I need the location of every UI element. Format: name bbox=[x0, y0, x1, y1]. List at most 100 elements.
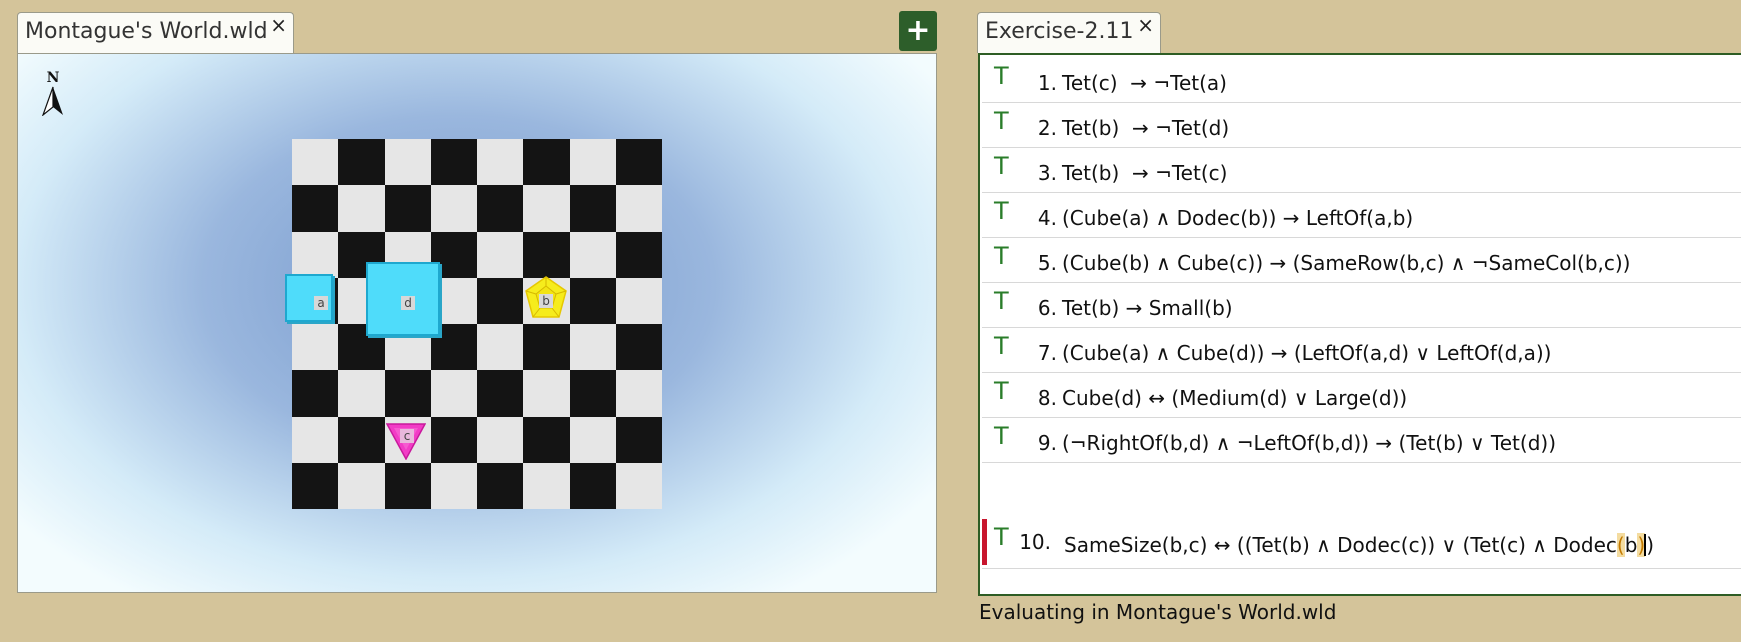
board-square[interactable] bbox=[523, 370, 570, 417]
block-c-tet[interactable]: c bbox=[385, 422, 427, 461]
chessboard[interactable] bbox=[292, 139, 662, 509]
board-square[interactable] bbox=[569, 324, 616, 371]
board-square[interactable] bbox=[430, 416, 477, 463]
board-square[interactable] bbox=[430, 185, 477, 232]
board-square[interactable] bbox=[338, 370, 385, 417]
sentence-number: 4. bbox=[1037, 206, 1057, 230]
board-square[interactable] bbox=[523, 416, 570, 463]
sentence-row[interactable]: T 5. (Cube(b) ∧ Cube(c)) → (SameRow(b,c) ∧… bbox=[982, 238, 1741, 283]
board-square[interactable] bbox=[523, 324, 570, 371]
board-square[interactable] bbox=[615, 277, 662, 324]
sentence-formula[interactable]: Cube(d) ↔ (Medium(d) ∨ Large(d)) bbox=[1062, 386, 1407, 410]
board-square[interactable] bbox=[477, 231, 524, 278]
board-square[interactable] bbox=[384, 462, 431, 509]
plus-icon: + bbox=[905, 13, 931, 48]
board-square[interactable] bbox=[477, 370, 524, 417]
sentence-row[interactable]: T 4. (Cube(a) ∧ Dodec(b)) → LeftOf(a,b) bbox=[982, 193, 1741, 238]
tab-exercise[interactable]: Exercise-2.11 × bbox=[977, 12, 1161, 53]
board-square[interactable] bbox=[569, 185, 616, 232]
board-square[interactable] bbox=[615, 185, 662, 232]
board-square[interactable] bbox=[292, 231, 339, 278]
status-line: Evaluating in Montague's World.wld bbox=[979, 600, 1337, 624]
board-square[interactable] bbox=[338, 185, 385, 232]
board-square[interactable] bbox=[615, 462, 662, 509]
sentence-row[interactable]: T 7. (Cube(a) ∧ Cube(d)) → (LeftOf(a,d) ∨ … bbox=[982, 328, 1741, 373]
sentence-formula[interactable]: (Cube(a) ∧ Cube(d)) → (LeftOf(a,d) ∨ Lef… bbox=[1062, 341, 1551, 365]
board-square[interactable] bbox=[523, 185, 570, 232]
close-icon[interactable]: × bbox=[1137, 13, 1154, 37]
board-square[interactable] bbox=[477, 139, 524, 186]
board-square[interactable] bbox=[338, 139, 385, 186]
board-square[interactable] bbox=[338, 416, 385, 463]
board-square[interactable] bbox=[569, 416, 616, 463]
block-b-dodec[interactable]: b bbox=[523, 276, 569, 322]
tab-montagues-world[interactable]: Montague's World.wld × bbox=[17, 12, 294, 53]
board-square[interactable] bbox=[569, 462, 616, 509]
sentence-row[interactable]: T 9. (¬RightOf(b,d) ∧ ¬LeftOf(b,d)) → (Tet… bbox=[982, 418, 1741, 463]
formula-text: ) bbox=[1646, 533, 1655, 557]
board-square[interactable] bbox=[477, 324, 524, 371]
board-square[interactable] bbox=[569, 370, 616, 417]
sentence-formula[interactable]: (Cube(b) ∧ Cube(c)) → (SameRow(b,c) ∧ ¬S… bbox=[1062, 251, 1630, 275]
sentence-row[interactable]: T 1. Tet(c) → ¬Tet(a) bbox=[982, 58, 1741, 103]
board-square[interactable] bbox=[430, 462, 477, 509]
sentence-formula[interactable]: Tet(c) → ¬Tet(a) bbox=[1062, 71, 1227, 95]
formula-text: SameSize(b,c) ↔ ((Tet(b) ∧ Dodec(c)) ∨ (… bbox=[1064, 533, 1617, 557]
board-square[interactable] bbox=[477, 277, 524, 324]
truth-value: T bbox=[994, 377, 1009, 405]
sentence-row-active[interactable]: T 10. SameSize(b,c) ↔ ((Tet(b) ∧ Dodec(c… bbox=[982, 519, 1741, 569]
block-label: c bbox=[400, 429, 414, 443]
board-square[interactable] bbox=[477, 416, 524, 463]
board-square[interactable] bbox=[615, 231, 662, 278]
board-square[interactable] bbox=[523, 139, 570, 186]
sentence-row[interactable]: T 6. Tet(b) → Small(b) bbox=[982, 283, 1741, 328]
world-view[interactable]: N a d b c bbox=[17, 53, 937, 593]
board-square[interactable] bbox=[384, 370, 431, 417]
block-label: d bbox=[401, 296, 415, 310]
sentence-number: 1. bbox=[1037, 71, 1057, 95]
sentence-row[interactable]: T 3. Tet(b) → ¬Tet(c) bbox=[982, 148, 1741, 193]
board-square[interactable] bbox=[430, 139, 477, 186]
sentence-row[interactable]: T 2. Tet(b) → ¬Tet(d) bbox=[982, 103, 1741, 148]
sentence-number: 9. bbox=[1037, 431, 1057, 455]
board-square[interactable] bbox=[477, 185, 524, 232]
sentence-formula[interactable]: SameSize(b,c) ↔ ((Tet(b) ∧ Dodec(c)) ∨ (… bbox=[1064, 533, 1654, 557]
sentence-formula[interactable]: (Cube(a) ∧ Dodec(b)) → LeftOf(a,b) bbox=[1062, 206, 1413, 230]
board-square[interactable] bbox=[292, 139, 339, 186]
sentence-row[interactable]: T 8. Cube(d) ↔ (Medium(d) ∨ Large(d)) bbox=[982, 373, 1741, 418]
board-square[interactable] bbox=[615, 416, 662, 463]
sentence-formula[interactable]: (¬RightOf(b,d) ∧ ¬LeftOf(b,d)) → (Tet(b)… bbox=[1062, 431, 1556, 455]
board-square[interactable] bbox=[569, 139, 616, 186]
truth-value: T bbox=[994, 197, 1009, 225]
board-square[interactable] bbox=[615, 324, 662, 371]
board-square[interactable] bbox=[384, 185, 431, 232]
board-square[interactable] bbox=[338, 462, 385, 509]
board-square[interactable] bbox=[569, 231, 616, 278]
board-square[interactable] bbox=[292, 370, 339, 417]
board-square[interactable] bbox=[384, 139, 431, 186]
board-square[interactable] bbox=[569, 277, 616, 324]
board-square[interactable] bbox=[292, 185, 339, 232]
board-square[interactable] bbox=[615, 139, 662, 186]
sentence-formula[interactable]: Tet(b) → ¬Tet(d) bbox=[1062, 116, 1229, 140]
close-icon[interactable]: × bbox=[270, 13, 287, 37]
board-square[interactable] bbox=[430, 370, 477, 417]
sentence-editor[interactable]: T 1. Tet(c) → ¬Tet(a) T 2. Tet(b) → ¬Tet(d) T 3… bbox=[978, 53, 1741, 596]
truth-value: T bbox=[994, 332, 1009, 360]
block-a-cube[interactable]: a bbox=[285, 274, 333, 322]
sentence-formula[interactable]: Tet(b) → Small(b) bbox=[1062, 296, 1233, 320]
board-square[interactable] bbox=[523, 231, 570, 278]
board-square[interactable] bbox=[292, 416, 339, 463]
truth-value: T bbox=[994, 152, 1009, 180]
sentence-number: 10. bbox=[1019, 530, 1051, 554]
board-square[interactable] bbox=[615, 370, 662, 417]
truth-value: T bbox=[994, 287, 1009, 315]
board-square[interactable] bbox=[292, 462, 339, 509]
board-square[interactable] bbox=[523, 462, 570, 509]
sentence-formula[interactable]: Tet(b) → ¬Tet(c) bbox=[1062, 161, 1227, 185]
block-d-cube[interactable]: d bbox=[366, 262, 440, 336]
board-square[interactable] bbox=[477, 462, 524, 509]
board-square[interactable] bbox=[292, 324, 339, 371]
truth-value: T bbox=[994, 523, 1009, 551]
add-tab-button[interactable]: + bbox=[899, 11, 937, 51]
